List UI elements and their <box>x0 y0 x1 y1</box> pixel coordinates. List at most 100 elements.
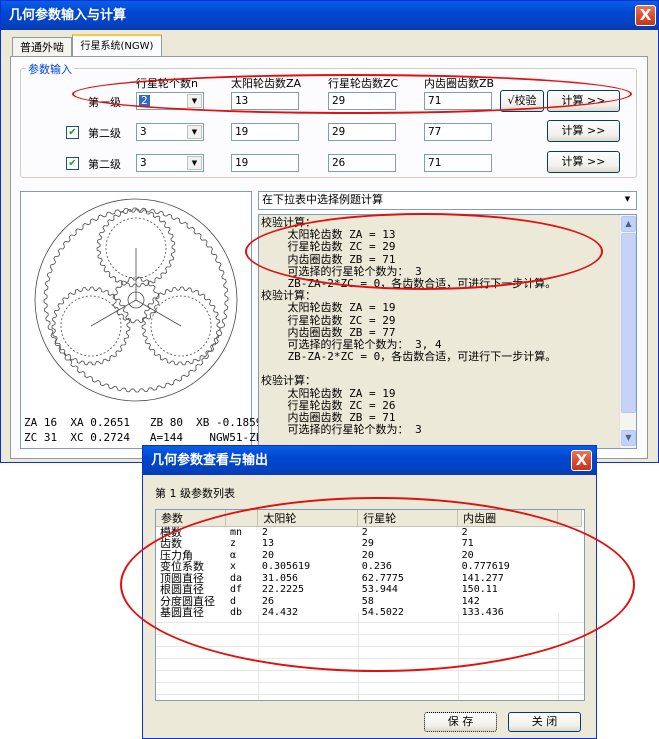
tab-planetary-ngw[interactable]: 行星系统(NGW) <box>72 34 162 57</box>
table-row[interactable]: 顶圆直径 da 31.056 62.7775 141.277 <box>156 573 582 585</box>
verify-scrollbar[interactable]: ▲ ▼ <box>619 215 636 448</box>
main-window: 几何参数输入与计算 X 普通外啮 行星系统(NGW) 参数输入 行星轮个数n 太… <box>0 0 659 463</box>
header-sun-teeth: 太阳轮齿数ZA <box>231 77 302 90</box>
main-close-button[interactable]: X <box>635 5 656 26</box>
close-button[interactable]: 关 闭 <box>508 712 581 732</box>
stage3-calc-button[interactable]: 计算 >> <box>547 151 620 173</box>
table-cell: 0.236 <box>361 561 392 573</box>
example-select[interactable]: 在下拉表中选择例题计算 ▼ <box>258 191 637 210</box>
table-cell: da <box>229 572 243 584</box>
table-cell: 29 <box>361 538 374 550</box>
stage2-planet-count-select[interactable]: 3 ▼ <box>136 123 204 141</box>
table-cell: 齿数 <box>160 537 182 551</box>
table-row[interactable]: 变位系数 x 0.305619 0.236 0.777619 <box>156 561 582 573</box>
stage3-zc-input[interactable]: 26 <box>328 154 396 172</box>
header-planet-count: 行星轮个数n <box>136 77 198 90</box>
table-empty-area <box>156 614 584 700</box>
planet-pitch-circle <box>150 295 212 357</box>
gear-drawing <box>34 198 238 402</box>
column-header[interactable]: 太阳轮 <box>257 510 359 527</box>
main-window-title: 几何参数输入与计算 <box>9 8 127 23</box>
select-value: 3 <box>140 156 147 169</box>
close-icon: X <box>639 6 652 24</box>
verify-output-panel: 校验计算： 太阳轮齿数 ZA = 13 行星轮齿数 ZC = 29 内齿圈齿数 … <box>258 214 637 449</box>
chevron-down-icon: ▼ <box>187 156 202 170</box>
table-cell: 62.7775 <box>361 572 404 584</box>
save-button[interactable]: 保 存 <box>424 712 497 732</box>
table-cell: 20 <box>461 549 474 561</box>
table-cell: d <box>229 595 236 607</box>
verify-output-line: 太阳轮齿数 ZA = 19 <box>261 301 396 315</box>
table-cell: 根圆直径 <box>160 583 204 597</box>
stage1-za-input[interactable]: 13 <box>231 92 299 110</box>
table-row[interactable]: 根圆直径 df 22.2225 53.944 150.11 <box>156 584 582 596</box>
verify-output-text: 校验计算： 太阳轮齿数 ZA = 13 行星轮齿数 ZC = 29 内齿圈齿数 … <box>261 216 617 436</box>
verify-output-line: ZB-ZA-2*ZC = 0，各齿数合适，可进行下一步计算。 <box>261 350 557 364</box>
table-cell: 58 <box>361 595 374 607</box>
table-cell: 142 <box>461 595 480 607</box>
scroll-down-icon[interactable]: ▼ <box>621 430 636 446</box>
column-header[interactable]: 行星轮 <box>357 510 459 527</box>
table-row[interactable]: 模数 mn 2 2 2 <box>156 527 582 539</box>
close-icon: X <box>575 451 588 469</box>
chevron-down-icon: ▼ <box>187 94 202 108</box>
stage3-za-input[interactable]: 19 <box>231 154 299 172</box>
table-cell: 20 <box>261 549 274 561</box>
table-cell: 变位系数 <box>160 560 204 574</box>
table-row[interactable]: 压力角 α 20 20 20 <box>156 550 582 562</box>
stage2-zb-input[interactable]: 77 <box>424 123 492 141</box>
stage1-verify-button[interactable]: √校验 <box>500 90 544 112</box>
output-close-x-button[interactable]: X <box>571 450 592 471</box>
stage2-checkbox[interactable]: ✔ <box>66 126 79 139</box>
table-cell: z <box>229 538 236 550</box>
table-row[interactable]: 齿数 z 13 29 71 <box>156 538 582 550</box>
stage1-label: 第一级 <box>88 96 121 109</box>
stage2-za-input[interactable]: 19 <box>231 123 299 141</box>
tab-external-mesh[interactable]: 普通外啮 <box>12 37 72 57</box>
main-titlebar[interactable]: 几何参数输入与计算 <box>1 1 658 30</box>
stage2-calc-button[interactable]: 计算 >> <box>547 120 620 142</box>
scroll-up-icon[interactable]: ▲ <box>621 216 636 232</box>
column-header[interactable]: 参数 <box>156 510 227 527</box>
table-cell: 2 <box>461 527 468 538</box>
column-header[interactable] <box>225 510 259 527</box>
table-header-row: 参数 太阳轮 行星轮 内齿圈 <box>156 510 582 527</box>
table-gridlines <box>156 614 584 700</box>
output-subtitle: 第 1 级参数列表 <box>155 487 235 500</box>
stage1-calc-button[interactable]: 计算 >> <box>547 90 620 112</box>
stage1-zb-input[interactable]: 71 <box>424 92 492 110</box>
table-cell: mn <box>229 527 243 538</box>
stage2-zc-input[interactable]: 29 <box>328 123 396 141</box>
stage3-checkbox[interactable]: ✔ <box>66 157 79 170</box>
column-header <box>557 510 582 527</box>
table-cell <box>558 561 582 573</box>
stage3-zb-input[interactable]: 71 <box>424 154 492 172</box>
gear-info-line1: ZA 16 XA 0.2651 ZB 80 XB -0.1859 <box>24 416 263 429</box>
output-dialog: 几何参数查看与输出 X 第 1 级参数列表 参数 太阳轮 行星轮 内齿圈 模数 m… <box>142 445 597 739</box>
table-cell: 31.056 <box>261 572 299 584</box>
table-cell: x <box>229 561 236 573</box>
header-ring-teeth: 内齿圈齿数ZB <box>424 77 495 90</box>
verify-output-line: 太阳轮齿数 ZA = 19 <box>261 386 396 400</box>
table-cell: 2 <box>361 527 368 538</box>
stage1-planet-count-select[interactable]: 2 ▼ <box>136 92 204 110</box>
table-cell: df <box>229 584 243 596</box>
planet-pitch-circle <box>60 295 122 357</box>
verify-output-line: 校验计算： <box>261 374 316 388</box>
table-cell <box>558 527 582 539</box>
table-cell: 20 <box>361 549 374 561</box>
scroll-thumb[interactable] <box>621 233 636 413</box>
stage1-zc-input[interactable]: 29 <box>328 92 396 110</box>
table-row[interactable]: 分度圆直径 d 26 58 142 <box>156 596 582 608</box>
stage2-label: 第二级 <box>88 127 121 140</box>
column-header[interactable]: 内齿圈 <box>457 510 559 527</box>
table-cell <box>558 550 582 562</box>
gear-drawing-panel: ZA 16 XA 0.2651 ZB 80 XB -0.1859 ZC 31 X… <box>20 191 262 449</box>
stage3-planet-count-select[interactable]: 3 ▼ <box>136 154 204 172</box>
table-cell <box>558 573 582 585</box>
output-titlebar[interactable]: 几何参数查看与输出 <box>143 446 596 475</box>
output-dialog-title: 几何参数查看与输出 <box>151 453 269 468</box>
table-cell: 13 <box>261 538 274 550</box>
parameter-table: 参数 太阳轮 行星轮 内齿圈 模数 mn 2 2 2 齿数 z 13 29 71 压力角 α 20 20 2… <box>155 509 585 701</box>
chevron-down-icon: ▼ <box>187 125 202 139</box>
